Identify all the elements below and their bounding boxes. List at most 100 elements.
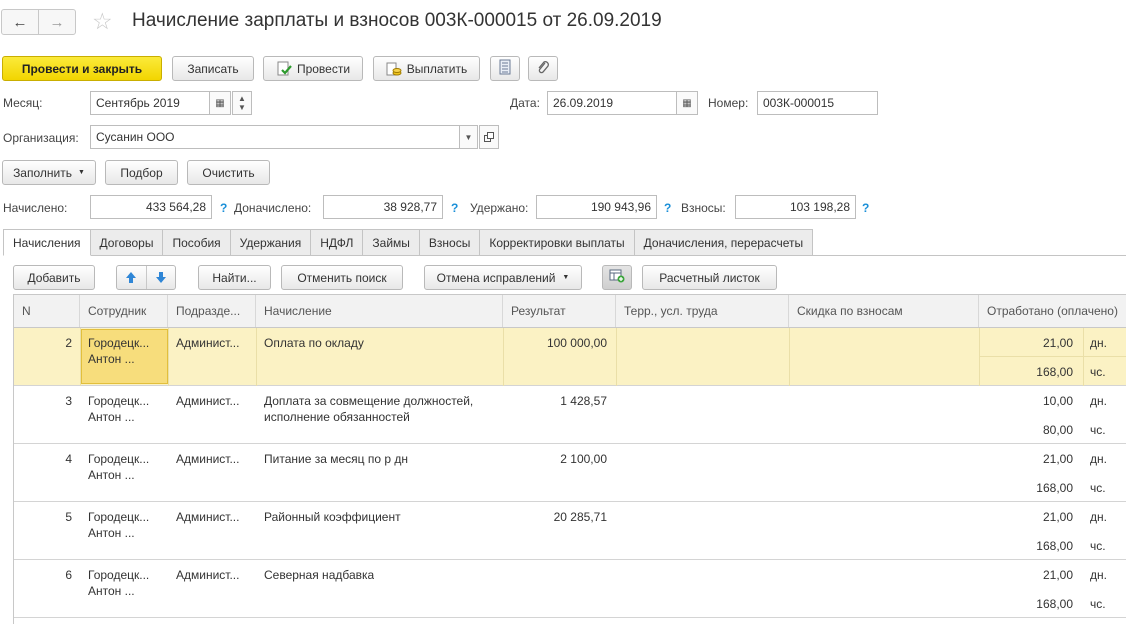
add-table-button[interactable] bbox=[602, 265, 632, 290]
clear-button[interactable]: Очистить bbox=[187, 160, 270, 185]
tab-contracts[interactable]: Договоры bbox=[90, 229, 164, 256]
tab-contributions[interactable]: Взносы bbox=[419, 229, 481, 256]
cancel-corrections-button[interactable]: Отмена исправлений ▼ bbox=[424, 265, 582, 290]
worked-hours[interactable]: 168,00 bbox=[979, 364, 1073, 380]
cell-divider bbox=[168, 328, 169, 386]
column-header-department[interactable]: Подразде... bbox=[168, 295, 256, 327]
withheld-help-icon[interactable]: ? bbox=[664, 201, 671, 215]
employee-name[interactable]: Городецк... bbox=[88, 509, 149, 525]
worked-days[interactable]: 21,00 bbox=[979, 567, 1073, 583]
worked-hours[interactable]: 80,00 bbox=[979, 422, 1073, 438]
column-header-accrual[interactable]: Начисление bbox=[256, 295, 503, 327]
tab-deductions[interactable]: Удержания bbox=[230, 229, 312, 256]
employee-name-2[interactable]: Антон ... bbox=[88, 583, 135, 599]
add-row-button[interactable]: Добавить bbox=[13, 265, 95, 290]
accrual-type[interactable]: Доплата за совмещение должностей, bbox=[264, 393, 473, 409]
calendar-icon[interactable]: ▦ bbox=[209, 91, 231, 115]
employee-name-2[interactable]: Антон ... bbox=[88, 467, 135, 483]
tab-recalculations[interactable]: Доначисления, перерасчеты bbox=[634, 229, 814, 256]
number-field[interactable]: 003К-000015 bbox=[757, 91, 878, 115]
result-value[interactable]: 1 428,57 bbox=[503, 393, 607, 409]
department[interactable]: Админист... bbox=[176, 567, 239, 583]
table-row[interactable]: 2 Городецк... Антон ... Админист... Опла… bbox=[14, 328, 1126, 386]
accrual-type[interactable]: Северная надбавка bbox=[264, 567, 374, 583]
result-value[interactable]: 2 100,00 bbox=[503, 451, 607, 467]
attach-button[interactable] bbox=[528, 56, 558, 81]
move-up-icon[interactable] bbox=[117, 266, 147, 289]
document-list-button[interactable] bbox=[490, 56, 520, 81]
tab-loans[interactable]: Займы bbox=[363, 229, 420, 256]
worked-days[interactable]: 21,00 bbox=[979, 451, 1073, 467]
column-header-worked[interactable]: Отработано (оплачено) bbox=[979, 295, 1126, 327]
column-header-discount[interactable]: Скидка по взносам bbox=[789, 295, 979, 327]
table-row[interactable]: 5 Городецк... Антон ... Админист... Райо… bbox=[14, 502, 1126, 560]
date-calendar-icon[interactable]: ▦ bbox=[676, 91, 698, 115]
move-down-icon[interactable] bbox=[147, 266, 176, 289]
worked-days[interactable]: 21,00 bbox=[979, 335, 1073, 351]
employee-name[interactable]: Городецк... bbox=[88, 393, 149, 409]
employee-name-2[interactable]: Антон ... bbox=[88, 409, 135, 425]
accrual-type-2[interactable]: исполнение обязанностей bbox=[264, 409, 410, 425]
contributions-help-icon[interactable]: ? bbox=[862, 201, 869, 215]
department[interactable]: Админист... bbox=[176, 335, 239, 351]
month-spin-button[interactable]: ▲ ▼ bbox=[232, 91, 252, 115]
row-number: 3 bbox=[65, 394, 72, 408]
tab-ndfl[interactable]: НДФЛ bbox=[311, 229, 364, 256]
additional-label: Доначислено: bbox=[234, 201, 312, 215]
tab-benefits[interactable]: Пособия bbox=[163, 229, 231, 256]
accrual-type[interactable]: Питание за месяц по р дн bbox=[264, 451, 408, 467]
post-button[interactable]: Провести bbox=[263, 56, 363, 81]
row-number: 5 bbox=[65, 510, 72, 524]
spin-down-icon[interactable]: ▼ bbox=[238, 103, 246, 112]
post-and-close-button[interactable]: Провести и закрыть bbox=[2, 56, 162, 81]
department[interactable]: Админист... bbox=[176, 393, 239, 409]
worked-hours[interactable]: 168,00 bbox=[979, 480, 1073, 496]
tab-payment-adjustments[interactable]: Корректировки выплаты bbox=[480, 229, 635, 256]
table-row[interactable]: 6 Городецк... Антон ... Админист... Севе… bbox=[14, 560, 1126, 618]
employee-name[interactable]: Городецк... bbox=[88, 451, 149, 467]
table-row[interactable]: 4 Городецк... Антон ... Админист... Пита… bbox=[14, 444, 1126, 502]
column-header-employee[interactable]: Сотрудник bbox=[80, 295, 168, 327]
department[interactable]: Админист... bbox=[176, 509, 239, 525]
date-field[interactable]: 26.09.2019 bbox=[547, 91, 677, 115]
accrual-type[interactable]: Оплата по окладу bbox=[264, 335, 364, 351]
column-header-territory[interactable]: Терр., усл. труда bbox=[616, 295, 789, 327]
find-button[interactable]: Найти... bbox=[198, 265, 271, 290]
column-header-result[interactable]: Результат bbox=[503, 295, 616, 327]
favorite-star-icon[interactable]: ☆ bbox=[92, 7, 113, 35]
fill-button[interactable]: Заполнить ▼ bbox=[2, 160, 96, 185]
worked-hours[interactable]: 168,00 bbox=[979, 538, 1073, 554]
month-field[interactable]: Сентябрь 2019 bbox=[90, 91, 210, 115]
save-button[interactable]: Записать bbox=[172, 56, 254, 81]
tab-accruals[interactable]: Начисления bbox=[3, 229, 91, 256]
column-header-n[interactable]: N bbox=[14, 295, 80, 327]
organization-field[interactable]: Сусанин ООО bbox=[90, 125, 460, 149]
organization-dropdown-icon[interactable]: ▼ bbox=[459, 125, 478, 149]
employee-name-2[interactable]: Антон ... bbox=[88, 351, 135, 367]
pay-button[interactable]: Выплатить bbox=[373, 56, 480, 81]
employee-name[interactable]: Городецк... bbox=[88, 335, 149, 351]
worked-days[interactable]: 10,00 bbox=[979, 393, 1073, 409]
additional-help-icon[interactable]: ? bbox=[451, 201, 458, 215]
employee-name[interactable]: Городецк... bbox=[88, 567, 149, 583]
page-title: Начисление зарплаты и взносов 003К-00001… bbox=[132, 10, 662, 31]
employee-name-2[interactable]: Антон ... bbox=[88, 525, 135, 541]
table-row[interactable]: 3 Городецк... Антон ... Админист... Допл… bbox=[14, 386, 1126, 444]
organization-open-icon[interactable] bbox=[479, 125, 499, 149]
cell-divider bbox=[1083, 328, 1084, 386]
accrual-type[interactable]: Районный коэффициент bbox=[264, 509, 401, 525]
worked-days[interactable]: 21,00 bbox=[979, 509, 1073, 525]
worked-hours[interactable]: 168,00 bbox=[979, 596, 1073, 612]
department[interactable]: Админист... bbox=[176, 451, 239, 467]
pick-button[interactable]: Подбор bbox=[105, 160, 178, 185]
worked-days-unit: дн. bbox=[1090, 452, 1107, 466]
result-value[interactable]: 20 285,71 bbox=[503, 509, 607, 525]
accrued-help-icon[interactable]: ? bbox=[220, 201, 227, 215]
result-value[interactable]: 100 000,00 bbox=[503, 335, 607, 351]
back-arrow-icon[interactable]: ← bbox=[2, 10, 38, 34]
forward-arrow-icon[interactable]: → bbox=[38, 10, 75, 34]
payslip-button[interactable]: Расчетный листок bbox=[642, 265, 777, 290]
cancel-corrections-label: Отмена исправлений bbox=[436, 270, 556, 285]
spin-up-icon[interactable]: ▲ bbox=[238, 94, 246, 103]
cancel-search-button[interactable]: Отменить поиск bbox=[281, 265, 403, 290]
